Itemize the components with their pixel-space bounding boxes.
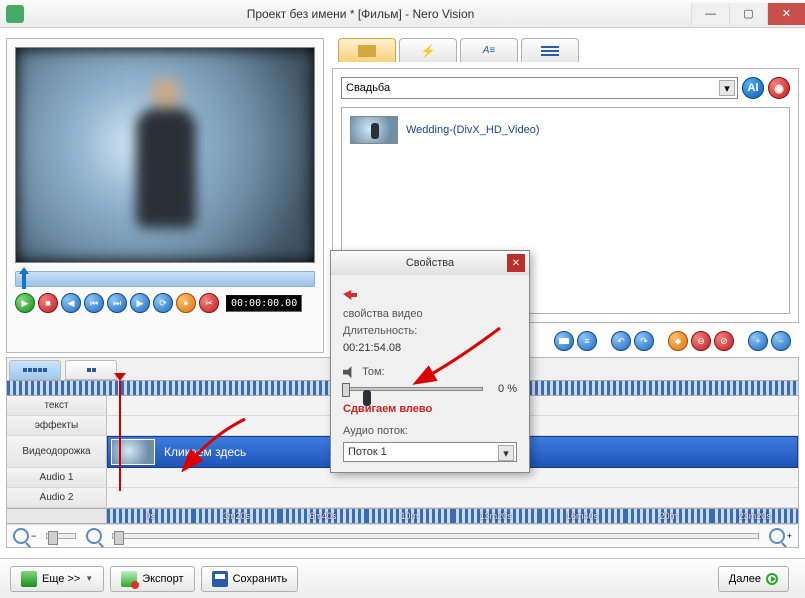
annotation-arrow-slider	[420, 318, 510, 391]
audio-stream-dropdown[interactable]: Поток 1 ▾	[343, 442, 517, 462]
timeline-tab-storyboard[interactable]	[9, 360, 61, 380]
track-audio2[interactable]	[107, 488, 798, 507]
more-label: Еще >>	[42, 573, 80, 585]
media-thumbnail	[350, 116, 398, 144]
add-media-button[interactable]	[554, 331, 574, 351]
filter-rec-button[interactable]: ◉	[768, 77, 790, 99]
time-tick: 0s	[107, 509, 193, 523]
next-label: Далее	[729, 573, 761, 585]
timeline-tab-timeline[interactable]	[65, 360, 117, 380]
time-tick: 3m20s	[193, 509, 279, 523]
playhead[interactable]	[119, 381, 121, 491]
remove-button[interactable]: −	[771, 331, 791, 351]
chevron-down-icon: ▼	[85, 574, 93, 583]
cut-button[interactable]: ✂	[199, 293, 219, 313]
record-button[interactable]: ●	[176, 293, 196, 313]
close-button[interactable]: ✕	[767, 3, 805, 25]
rewind-button[interactable]: ⏮	[84, 293, 104, 313]
filter-all-button[interactable]: Al	[742, 77, 764, 99]
stop-button[interactable]: ■	[38, 293, 58, 313]
tab-media[interactable]	[338, 38, 396, 62]
window-title: Проект без имени * [Фильм] - Nero Vision	[30, 7, 691, 21]
audio-stream-value: Поток 1	[348, 446, 387, 458]
more-button[interactable]: Еще >> ▼	[10, 566, 104, 592]
timeline-time-ruler[interactable]: 0s 3m20s 6m40s 10m 13m20s 16m40s 20m 23m…	[7, 508, 798, 524]
time-tick: 23m20s	[712, 509, 798, 523]
timecode-display: 00:00:00.00	[226, 295, 302, 312]
undo-button[interactable]: ↶	[611, 331, 631, 351]
time-tick: 13m20s	[453, 509, 539, 523]
dialog-titlebar[interactable]: Свойства ✕	[331, 251, 529, 275]
transport-controls: ▶ ■ ◀ ⏮ ⏭ ▶ ⟳ ● ✂ 00:00:00.00	[15, 293, 315, 313]
folder-dropdown[interactable]: Свадьба ▾	[341, 77, 738, 99]
dropdown-arrow-icon: ▾	[498, 445, 514, 461]
time-tick: 20m	[625, 509, 711, 523]
time-tick: 10m	[366, 509, 452, 523]
next-frame-button[interactable]: ▶	[130, 293, 150, 313]
titlebar: Проект без имени * [Фильм] - Nero Vision…	[0, 0, 805, 28]
clip-thumbnail	[111, 439, 155, 465]
time-tick: 16m40s	[539, 509, 625, 523]
save-icon	[212, 571, 228, 587]
tab-list[interactable]	[521, 38, 579, 62]
save-label: Сохранить	[233, 573, 288, 585]
track-label-audio1: Audio 1	[7, 468, 107, 487]
film-icon	[358, 45, 376, 57]
export-label: Экспорт	[142, 573, 183, 585]
speaker-icon	[343, 366, 355, 378]
save-button[interactable]: Сохранить	[201, 566, 299, 592]
media-item-label: Wedding-(DivX_HD_Video)	[406, 124, 540, 136]
scrub-bar[interactable]	[15, 271, 315, 287]
zoom-slider-main[interactable]	[112, 533, 758, 539]
annotation-arrow-click	[185, 414, 255, 477]
media-item[interactable]: Wedding-(DivX_HD_Video)	[350, 116, 781, 144]
list-view-button[interactable]: ≡	[577, 331, 597, 351]
prev-frame-button[interactable]: ◀	[61, 293, 81, 313]
minimize-button[interactable]: —	[691, 3, 729, 25]
add-button[interactable]: +	[748, 331, 768, 351]
audio-stream-label: Аудио поток:	[343, 425, 517, 437]
list-icon	[541, 46, 559, 56]
folder-dropdown-value: Свадьба	[346, 82, 390, 94]
export-button[interactable]: Экспорт	[110, 566, 194, 592]
zoom-out-icon[interactable]	[13, 528, 29, 544]
dialog-close-button[interactable]: ✕	[507, 254, 525, 272]
video-preview[interactable]	[15, 47, 315, 263]
forward-button[interactable]: ⏭	[107, 293, 127, 313]
track-label-effects: эффекты	[7, 416, 107, 435]
zoom-slider-left[interactable]	[46, 533, 76, 539]
maximize-button[interactable]: ▢	[729, 3, 767, 25]
tom-label: Том:	[362, 366, 385, 378]
time-tick: 6m40s	[280, 509, 366, 523]
app-icon	[6, 5, 24, 23]
more-icon	[21, 571, 37, 587]
pin-icon	[343, 290, 357, 300]
bolt-icon	[421, 44, 436, 58]
volume-thumb[interactable]	[342, 383, 350, 397]
next-button[interactable]: Далее	[718, 566, 789, 592]
export-icon	[121, 571, 137, 587]
marker-button[interactable]: ⬥	[668, 331, 688, 351]
play-button[interactable]: ▶	[15, 293, 35, 313]
tab-effects[interactable]	[399, 38, 457, 62]
redo-button[interactable]: ↷	[634, 331, 654, 351]
delete-button[interactable]: ⊖	[691, 331, 711, 351]
scrub-pointer-icon[interactable]	[19, 267, 29, 291]
text-icon	[483, 45, 496, 56]
dropdown-arrow-icon: ▾	[719, 80, 735, 96]
media-tabs	[338, 38, 799, 64]
track-label-video: Видеодорожка	[7, 436, 107, 467]
loop-button[interactable]: ⟳	[153, 293, 173, 313]
zoom-icon[interactable]	[86, 528, 102, 544]
tab-text[interactable]	[460, 38, 518, 62]
zoom-in-icon[interactable]	[769, 528, 785, 544]
track-label-audio2: Audio 2	[7, 488, 107, 507]
timeline-zoom-controls: − +	[7, 524, 798, 547]
next-arrow-icon	[766, 573, 778, 585]
track-label-text: текст	[7, 396, 107, 415]
clear-button[interactable]: ⊘	[714, 331, 734, 351]
preview-panel: ▶ ■ ◀ ⏮ ⏭ ▶ ⟳ ● ✂ 00:00:00.00	[6, 38, 324, 353]
dialog-title-label: Свойства	[406, 257, 454, 269]
bottom-toolbar: Еще >> ▼ Экспорт Сохранить Далее	[0, 558, 805, 598]
